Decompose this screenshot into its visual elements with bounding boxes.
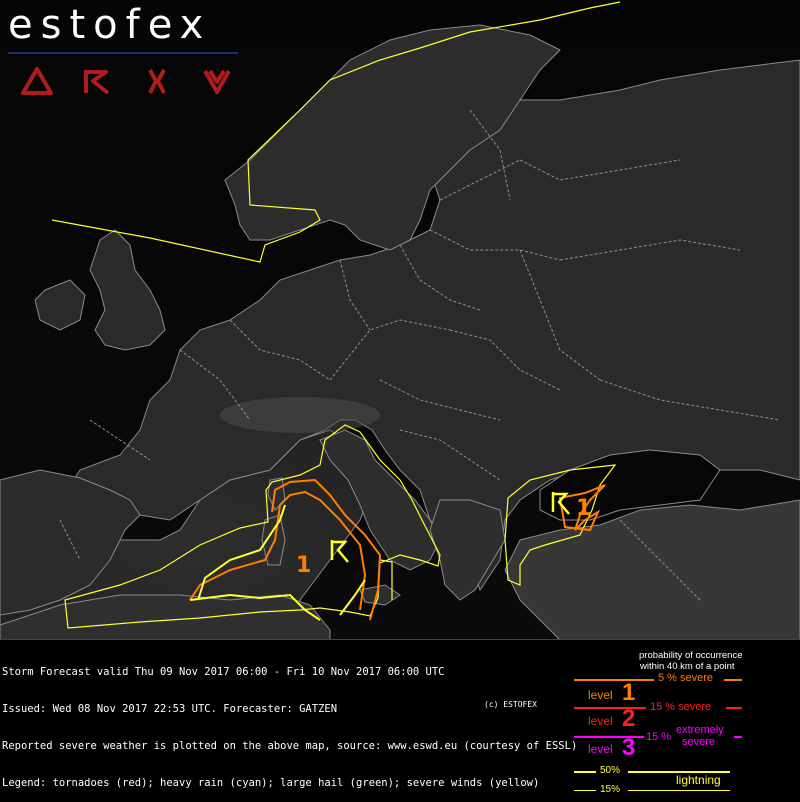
level1-number: 1 (622, 679, 636, 706)
forecast-info: Storm Forecast valid Thu 09 Nov 2017 06:… (2, 641, 577, 802)
probability-legend: probability of occurrence within 40 km o… (568, 650, 800, 800)
level2-line-right (726, 707, 742, 709)
level3-line-right (734, 736, 742, 738)
level3-word: level (588, 742, 613, 756)
severe-text: severe (682, 736, 716, 748)
pct15-text: 15 % (646, 731, 672, 743)
severe5-text: 5 % severe (658, 672, 714, 684)
severe15-text: 15 % severe (650, 701, 712, 713)
level1-line (574, 679, 654, 681)
brand-underline (8, 52, 238, 54)
reported-weather-line: Reported severe weather is plotted on th… (2, 740, 578, 753)
level3-number: 3 (622, 734, 636, 761)
lightning15-line-right (628, 790, 730, 791)
rune-k-icon[interactable] (140, 66, 174, 96)
extremely-text: extremely (676, 724, 724, 736)
alps-terrain (220, 397, 380, 433)
brand-logo[interactable]: estofex (8, 2, 211, 48)
legend-title-1: probability of occurrence (639, 650, 743, 661)
copyright-text: (c) ESTOFEX (484, 700, 537, 709)
level1-word: level (588, 688, 613, 702)
lightning15-text: 15% (600, 784, 621, 795)
lightning50-text: 50% (600, 765, 621, 776)
rune-r-icon[interactable] (80, 66, 114, 96)
forecast-map: 1 1 (0, 0, 800, 640)
level1-label-blacksea: 1 (576, 496, 591, 521)
legend-line: Legend: tornadoes (red); heavy rain (cya… (2, 777, 540, 790)
lightning-label: lightning (676, 773, 721, 787)
delta-icon[interactable] (20, 66, 54, 96)
level2-word: level (588, 714, 613, 728)
lightning50-line (574, 771, 596, 773)
rune-v-icon[interactable] (200, 66, 234, 96)
map-frame (0, 639, 800, 640)
level2-number: 2 (622, 705, 636, 732)
level1-line-right (724, 679, 742, 681)
forecast-valid-line: Storm Forecast valid Thu 09 Nov 2017 06:… (2, 665, 445, 678)
level1-label-italy: 1 (296, 553, 311, 578)
lightning15-line (574, 790, 596, 791)
legend-title-2: within 40 km of a point (640, 661, 735, 672)
nav-icons (20, 66, 234, 96)
